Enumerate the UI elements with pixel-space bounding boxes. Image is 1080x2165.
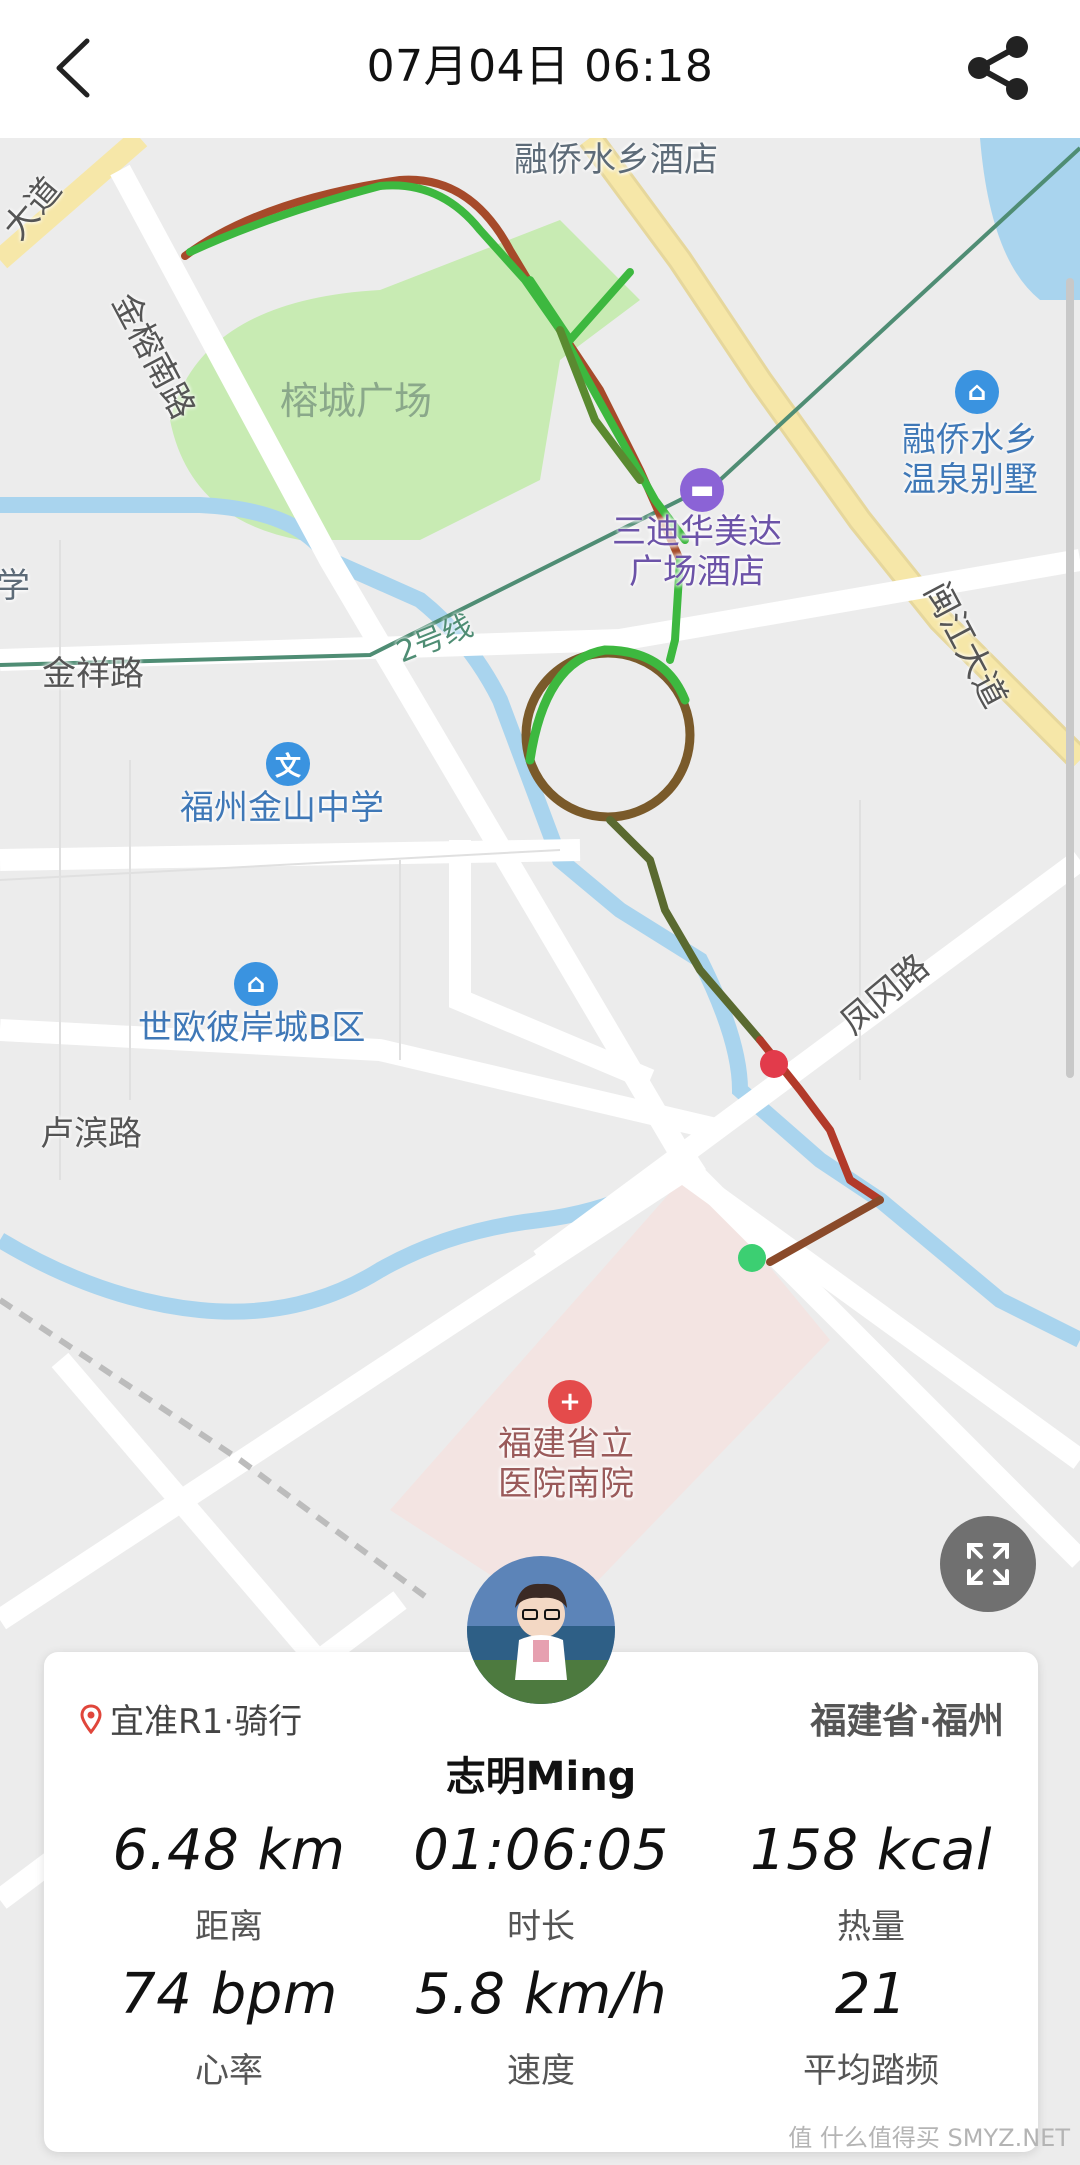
stat-value: 21 [834,1962,908,2027]
stat-value: 74 bpm [120,1962,338,2027]
stat-value: 5.8 km/h [414,1962,668,2027]
hotel-icon[interactable]: ▬ [680,468,724,512]
villa-icon[interactable]: ⌂ [955,370,999,414]
stat-label: 心率 [195,2051,263,2091]
stat-value: 01:06:05 [413,1818,669,1883]
road-label-jinxiang: 金祥路 [42,654,144,694]
villa-label: 融侨水乡 温泉别墅 [902,420,1038,500]
avatar-image [467,1556,615,1704]
road-label-lubin: 卢滨路 [40,1114,142,1154]
estate-label: 世欧彼岸城B区 [138,1008,366,1048]
location-label: 福建省·福州 [810,1701,1004,1742]
fullscreen-button[interactable] [940,1516,1036,1612]
username: 志明Ming [445,1754,637,1800]
location-pin-icon [80,1703,102,1734]
school-icon[interactable]: 文 [266,742,310,786]
device-label: 宜准R1·骑行 [110,1702,303,1742]
fullscreen-icon [967,1543,1009,1585]
avatar[interactable] [467,1556,615,1704]
estate-icon[interactable]: ⌂ [234,962,278,1006]
stat-label: 时长 [507,1907,575,1947]
header-bar: 07月04日 06:18 [0,0,1080,138]
share-icon [968,36,1028,100]
stat-value: 6.48 km [112,1818,346,1883]
device-info: 宜准R1·骑行 [80,1694,302,1743]
map-scrollbar[interactable] [1066,278,1074,1078]
stat-value: 158 kcal [750,1818,992,1883]
stat-calories: 158 kcal 热量 [706,1818,1036,1948]
start-marker [738,1244,766,1272]
stat-label: 距离 [195,1907,263,1947]
stat-duration: 01:06:05 时长 [376,1818,706,1948]
park-label: 榕城广场 [280,379,433,423]
stat-speed: 5.8 km/h 速度 [376,1962,706,2092]
page-title: 07月04日 06:18 [366,41,714,92]
stat-label: 热量 [837,1907,905,1947]
hotel-top-label: 融侨水乡酒店 [514,140,718,180]
hospital-label: 福建省立 医院南院 [498,1424,634,1504]
stat-heart-rate: 74 bpm 心率 [64,1962,394,2092]
school-label: 福州金山中学 [180,788,384,828]
stat-label: 速度 [507,2051,575,2091]
share-button[interactable] [956,26,1040,110]
stat-distance: 6.48 km 距离 [64,1818,394,1948]
end-marker [760,1050,788,1078]
hospital-icon[interactable]: + [548,1380,592,1424]
hotel-mid-label: 三迪华美达 广场酒店 [612,512,782,592]
stats-card: 宜准R1·骑行 福建省·福州 志明Ming 6.48 km 距离 01:06:0… [44,1652,1038,2152]
xue-label: 学 [0,566,30,606]
watermark: 值 什么值得买 SMYZ.NET [788,2124,1070,2152]
stat-cadence: 21 平均踏频 [706,1962,1036,2092]
stat-label: 平均踏频 [803,2051,939,2091]
